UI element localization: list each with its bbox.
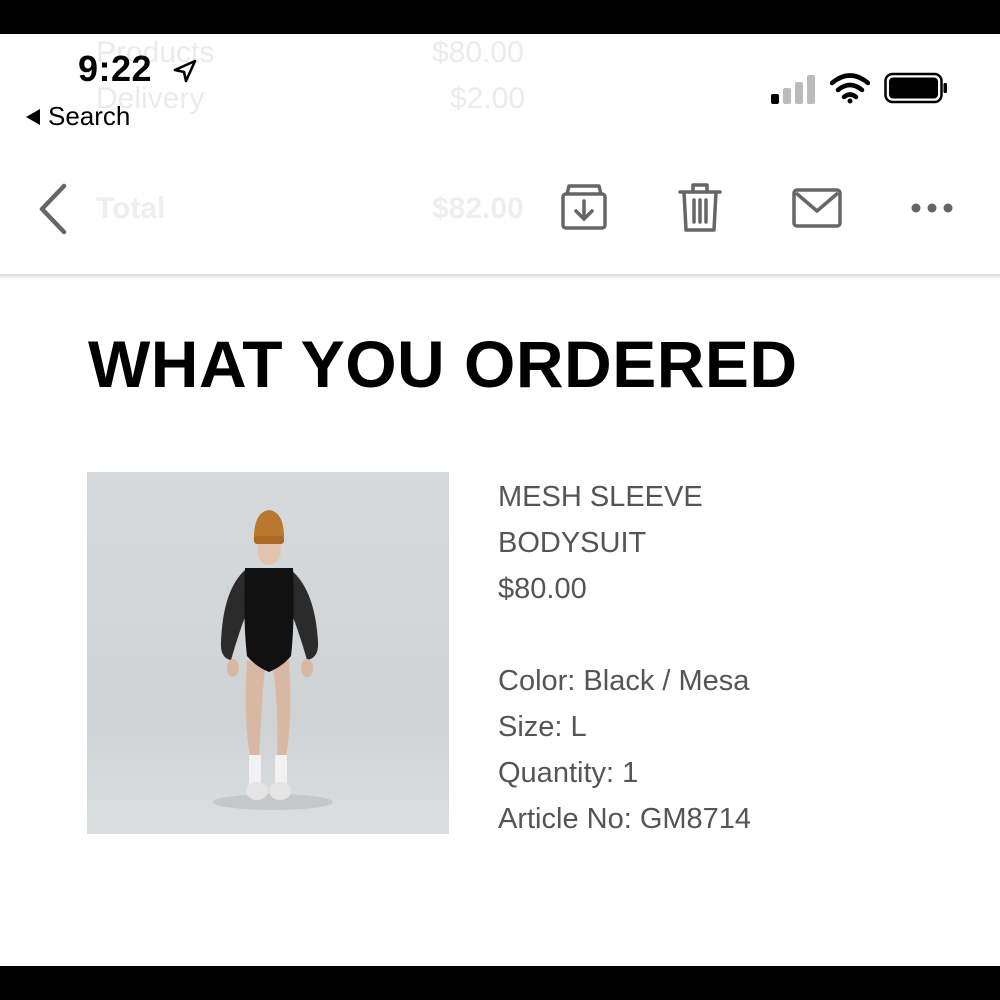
- ghost-products-value: $80.00: [432, 36, 524, 69]
- back-to-search-label: Search: [48, 101, 131, 131]
- product-article-number: Article No: GM8714: [498, 803, 752, 835]
- details-spacer: [498, 612, 751, 658]
- product-details: MESH SLEEVE BODYSUIT $80.00 Color: Black…: [498, 474, 751, 842]
- top-black-bar: [0, 0, 1000, 34]
- back-to-search-button[interactable]: Search: [26, 101, 130, 132]
- product-image[interactable]: [87, 472, 449, 834]
- product-name-line2: BODYSUIT: [498, 527, 647, 559]
- back-triangle-icon: [26, 108, 40, 125]
- location-arrow-icon: [173, 59, 197, 83]
- bottom-black-bar: [0, 966, 1000, 1000]
- archive-button[interactable]: [558, 180, 610, 236]
- product-price: $80.00: [498, 573, 587, 605]
- ghost-total-value: $82.00: [432, 192, 524, 225]
- product-name-line1: MESH SLEEVE: [498, 481, 703, 513]
- wifi-icon: [830, 73, 870, 104]
- toolbar-divider: [0, 274, 1000, 280]
- product-color: Color: Black / Mesa: [498, 665, 750, 697]
- status-time: 9:22: [78, 48, 153, 89]
- battery-icon: [884, 72, 947, 104]
- order-heading: WHAT YOU ORDERED: [88, 327, 798, 401]
- product-quantity: Quantity: 1: [498, 757, 639, 789]
- ghost-total-label: Total: [96, 192, 166, 225]
- more-button[interactable]: [908, 180, 956, 236]
- archive-icon: [561, 184, 607, 230]
- ghost-delivery-value: $2.00: [450, 82, 526, 115]
- back-chevron-icon[interactable]: [34, 182, 74, 236]
- product-size: Size: L: [498, 711, 587, 743]
- mail-icon: [792, 188, 842, 228]
- trash-icon: [678, 183, 722, 232]
- reply-mail-button[interactable]: [790, 180, 844, 236]
- cellular-signal-icon: [771, 75, 815, 104]
- trash-button[interactable]: [674, 180, 726, 236]
- more-icon: [911, 203, 953, 213]
- model-figure: [213, 510, 333, 810]
